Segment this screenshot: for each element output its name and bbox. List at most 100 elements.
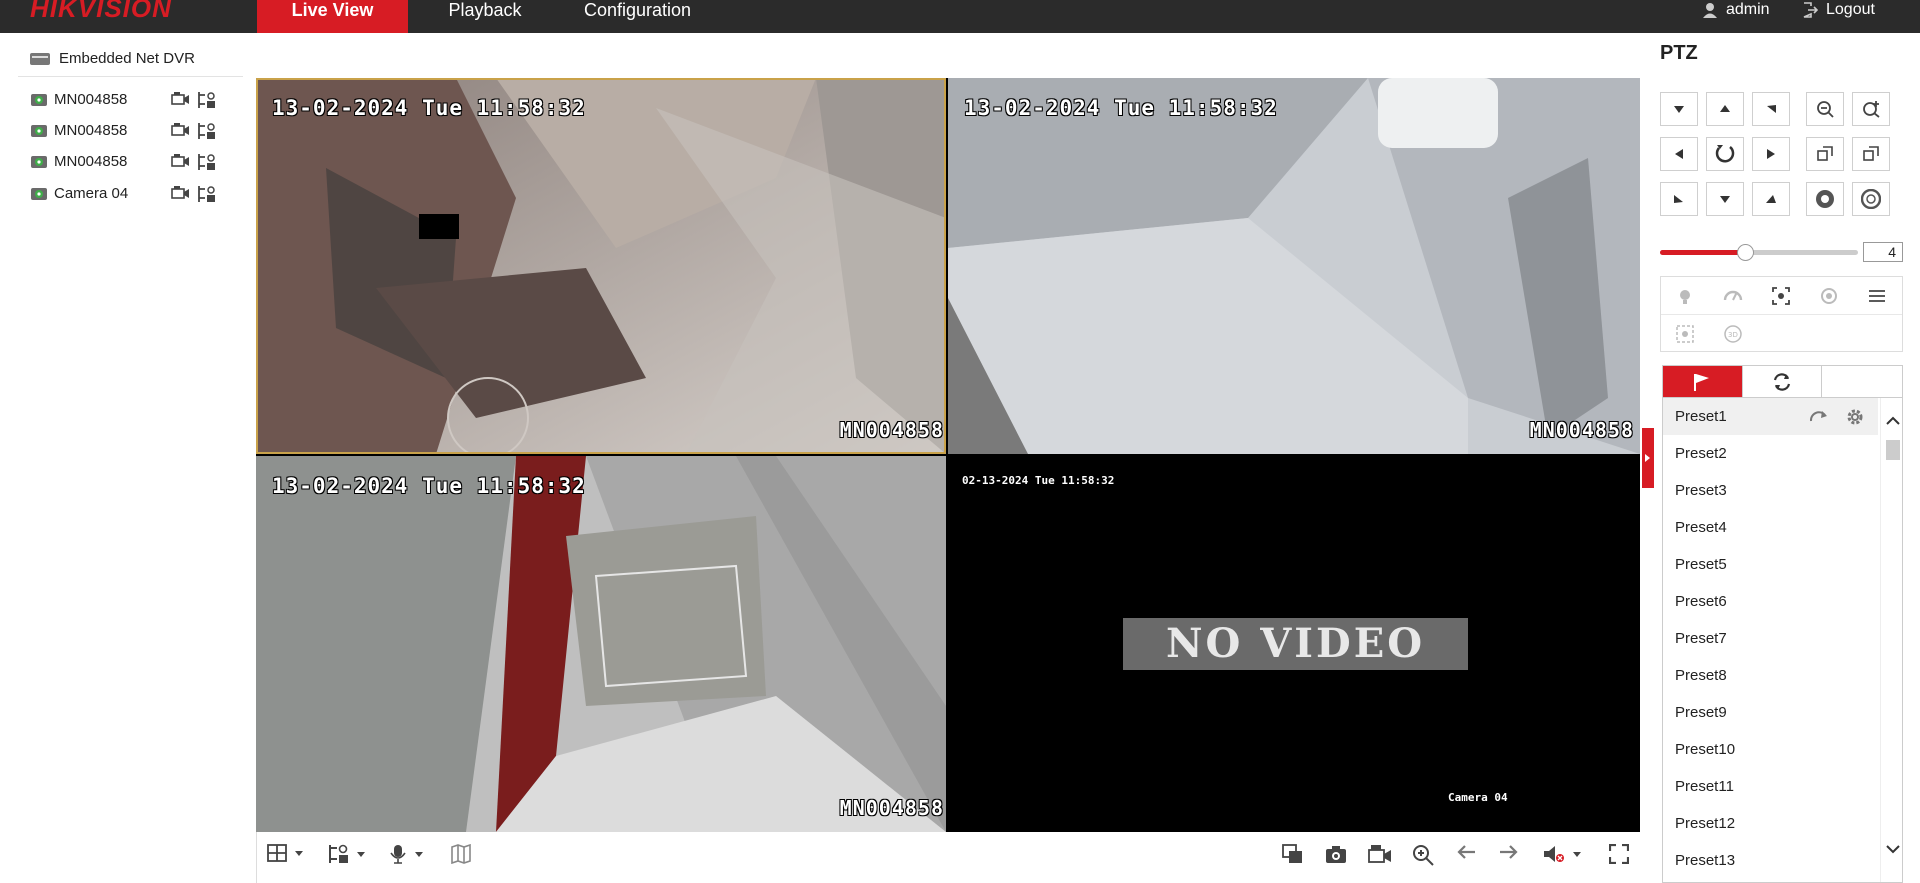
ptz-control-icon[interactable] (196, 185, 216, 203)
list-item[interactable]: Preset8 (1663, 657, 1878, 694)
video-tile-1[interactable]: 13-02-2024 Tue 11:58:32 MN004858 (256, 78, 946, 454)
ptz-up-right-button[interactable] (1752, 92, 1790, 126)
tab-pattern[interactable] (1822, 366, 1902, 397)
focus-far-button[interactable] (1852, 137, 1890, 171)
camera-item[interactable]: MN004858 (30, 153, 230, 170)
list-item[interactable]: Preset4 (1663, 509, 1878, 546)
chevron-down-icon[interactable] (1886, 844, 1900, 854)
light-button[interactable] (1661, 277, 1709, 314)
list-item[interactable]: Preset2 (1663, 435, 1878, 472)
ptz-down-left-button[interactable] (1660, 182, 1698, 216)
record-icon[interactable] (170, 185, 190, 201)
list-item[interactable]: Preset12 (1663, 805, 1878, 842)
digital-zoom-button[interactable] (1412, 844, 1434, 866)
call-preset-button[interactable] (1809, 398, 1829, 435)
tab-configuration[interactable]: Configuration (570, 0, 705, 33)
video-tile-3[interactable]: 13-02-2024 Tue 11:58:32 MN004858 (256, 456, 946, 832)
fullscreen-button[interactable] (1609, 844, 1629, 864)
previous-page-button[interactable] (1456, 844, 1476, 860)
record-icon[interactable] (170, 122, 190, 138)
stop-all-button[interactable] (1282, 844, 1304, 864)
preset-label: Preset6 (1675, 593, 1727, 610)
camera-item[interactable]: MN004858 (30, 91, 230, 108)
tab-live-view[interactable]: Live View (257, 0, 408, 33)
tracking-icon (1676, 324, 1694, 343)
focus-near-button[interactable] (1806, 137, 1844, 171)
triangle-down-icon (1720, 196, 1730, 203)
ptz-auto-pan-button[interactable] (1706, 137, 1744, 171)
set-preset-button[interactable] (1846, 398, 1864, 435)
live-view-toolbar (256, 832, 1640, 883)
ptz-down-button[interactable] (1706, 182, 1744, 216)
auxiliary-focus-button[interactable] (1757, 277, 1805, 314)
zoom-in-button[interactable] (1852, 92, 1890, 126)
list-item[interactable]: Preset13 (1663, 842, 1878, 879)
stream-type-button[interactable] (327, 844, 365, 864)
triangle-down-icon (1674, 106, 1684, 113)
camera-item[interactable]: MN004858 (30, 122, 230, 139)
ptz-right-button[interactable] (1752, 137, 1790, 171)
tab-preset[interactable] (1663, 366, 1743, 397)
next-page-button[interactable] (1499, 844, 1519, 860)
video-tile-2[interactable]: 13-02-2024 Tue 11:58:32 MN004858 (948, 78, 1640, 454)
capture-button[interactable] (1325, 844, 1347, 864)
map-button[interactable] (451, 844, 471, 864)
record-icon[interactable] (170, 91, 190, 107)
zoom-out-button[interactable] (1806, 92, 1844, 126)
preset-label: Preset1 (1675, 408, 1727, 425)
ptz-function-grid: 3D (1660, 276, 1903, 352)
ptz-left-button[interactable] (1660, 137, 1698, 171)
window-layout-button[interactable] (267, 844, 303, 862)
osd-timestamp: 13-02-2024 Tue 11:58:32 (272, 96, 586, 120)
logout-button[interactable]: Logout (1802, 0, 1875, 20)
ptz-up-left-button[interactable] (1660, 92, 1698, 126)
iris-open-button[interactable] (1852, 182, 1890, 216)
ptz-control-icon[interactable] (196, 91, 216, 109)
hikvision-logo: HIKVISION (30, 0, 172, 23)
wiper-button[interactable] (1709, 277, 1757, 314)
record-icon[interactable] (170, 153, 190, 169)
microphone-icon (390, 845, 406, 864)
slider-handle[interactable] (1737, 244, 1755, 261)
3d-positioning-button[interactable]: 3D (1709, 315, 1757, 352)
list-item[interactable]: Preset7 (1663, 620, 1878, 657)
menu-button[interactable] (1853, 277, 1901, 314)
live-view-grid[interactable]: 13-02-2024 Tue 11:58:32 MN004858 13-02-2… (256, 78, 1640, 832)
ptz-up-button[interactable] (1706, 92, 1744, 126)
video-tile-4[interactable]: 02-13-2024 Tue 11:58:32 NO VIDEO Camera … (948, 456, 1640, 832)
list-item[interactable]: Preset3 (1663, 472, 1878, 509)
camera-item[interactable]: Camera 04 (30, 185, 230, 202)
iris-close-button[interactable] (1806, 182, 1844, 216)
manual-tracking-button[interactable] (1661, 315, 1709, 352)
lens-init-button[interactable] (1805, 277, 1853, 314)
volume-button[interactable] (1543, 844, 1581, 864)
scroll-thumb[interactable] (1886, 440, 1900, 460)
ptz-speed-slider[interactable] (1660, 244, 1858, 261)
chevron-down-icon (295, 850, 303, 856)
list-item[interactable]: Preset11 (1663, 768, 1878, 805)
chevron-up-icon[interactable] (1886, 416, 1900, 426)
tab-playback[interactable]: Playback (430, 0, 540, 33)
preset-label: Preset5 (1675, 556, 1727, 573)
flag-icon (1694, 373, 1710, 391)
preset-label: Preset12 (1675, 815, 1736, 832)
gear-icon (1847, 409, 1863, 424)
focus-far-icon (1863, 146, 1879, 161)
ptz-control-icon[interactable] (196, 122, 216, 140)
ptz-down-right-button[interactable] (1752, 182, 1790, 216)
3d-icon: 3D (1724, 324, 1742, 343)
audio-talk-button[interactable] (389, 844, 423, 864)
tab-patrol[interactable] (1743, 366, 1823, 397)
list-item[interactable]: Preset5 (1663, 546, 1878, 583)
ptz-control-icon[interactable] (196, 153, 216, 171)
device-tree-root[interactable]: Embedded Net DVR (30, 50, 195, 67)
preset-scrollbar[interactable] (1880, 398, 1902, 882)
osd-timestamp: 13-02-2024 Tue 11:58:32 (272, 474, 586, 498)
list-item[interactable]: Preset1 (1663, 398, 1878, 435)
user-menu[interactable]: admin (1702, 0, 1770, 20)
list-item[interactable]: Preset9 (1663, 694, 1878, 731)
list-item[interactable]: Preset10 (1663, 731, 1878, 768)
collapse-ptz-panel-handle[interactable] (1642, 428, 1654, 488)
list-item[interactable]: Preset6 (1663, 583, 1878, 620)
record-button[interactable] (1368, 844, 1392, 864)
